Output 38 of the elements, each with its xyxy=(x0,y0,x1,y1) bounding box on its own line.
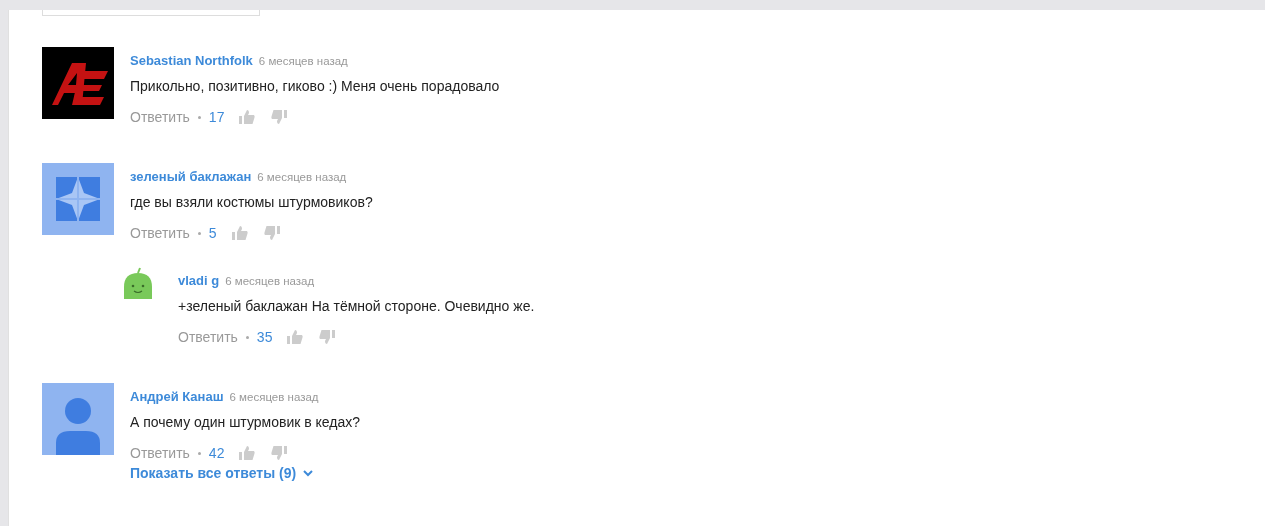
pattern-avatar xyxy=(42,163,114,235)
comment-time: 6 месяцев назад xyxy=(225,275,315,287)
author-link[interactable]: Андрей Канаш xyxy=(130,389,224,404)
thumbs-down-icon[interactable] xyxy=(318,329,337,345)
author-link[interactable]: зеленый баклажан xyxy=(130,169,252,184)
thumbs-up-icon[interactable] xyxy=(238,445,257,461)
thumbs-up-icon[interactable] xyxy=(230,225,249,241)
thumbs-up-icon[interactable] xyxy=(286,329,305,345)
like-count: 5 xyxy=(208,225,217,241)
like-count: 35 xyxy=(256,329,273,345)
thumbs-up-icon[interactable] xyxy=(238,109,257,125)
reply-button[interactable]: Ответить xyxy=(130,445,190,461)
bullet-dot xyxy=(245,335,249,339)
thumbs-down-icon[interactable] xyxy=(262,225,281,241)
input-field[interactable] xyxy=(42,10,260,16)
comment-text: А почему один штурмовик в кедах? xyxy=(130,414,361,430)
comment-text: где вы взяли костюмы штурмовиков? xyxy=(130,194,374,210)
bullet-dot xyxy=(197,451,201,455)
comment-text: Прикольно, позитивно, гиково :) Меня очень порадовало xyxy=(130,78,500,94)
show-replies-link[interactable]: Показать все ответы (9) xyxy=(130,465,297,481)
reply-button[interactable]: Ответить xyxy=(130,225,190,241)
thumbs-down-icon[interactable] xyxy=(270,109,289,125)
author-link[interactable]: Sebastian Northfolk xyxy=(130,53,253,68)
like-count: 17 xyxy=(208,109,225,125)
comment-time: 6 месяцев назад xyxy=(258,55,348,67)
comment-time: 6 месяцев назад xyxy=(257,171,347,183)
comment-time: 6 месяцев назад xyxy=(229,391,319,403)
comment-text: +зеленый баклажан На тёмной стороне. Очевидно же. xyxy=(178,298,535,314)
chevron-down-icon xyxy=(302,468,315,478)
logo-avatar xyxy=(42,47,114,119)
bullet-dot xyxy=(197,115,201,119)
user-avatar xyxy=(42,383,114,455)
thumbs-down-icon[interactable] xyxy=(270,445,289,461)
bullet-dot xyxy=(197,231,201,235)
reply-button[interactable]: Ответить xyxy=(178,329,238,345)
reply-button[interactable]: Ответить xyxy=(130,109,190,125)
like-count: 42 xyxy=(208,445,225,461)
author-link[interactable]: vladi g xyxy=(178,273,220,288)
